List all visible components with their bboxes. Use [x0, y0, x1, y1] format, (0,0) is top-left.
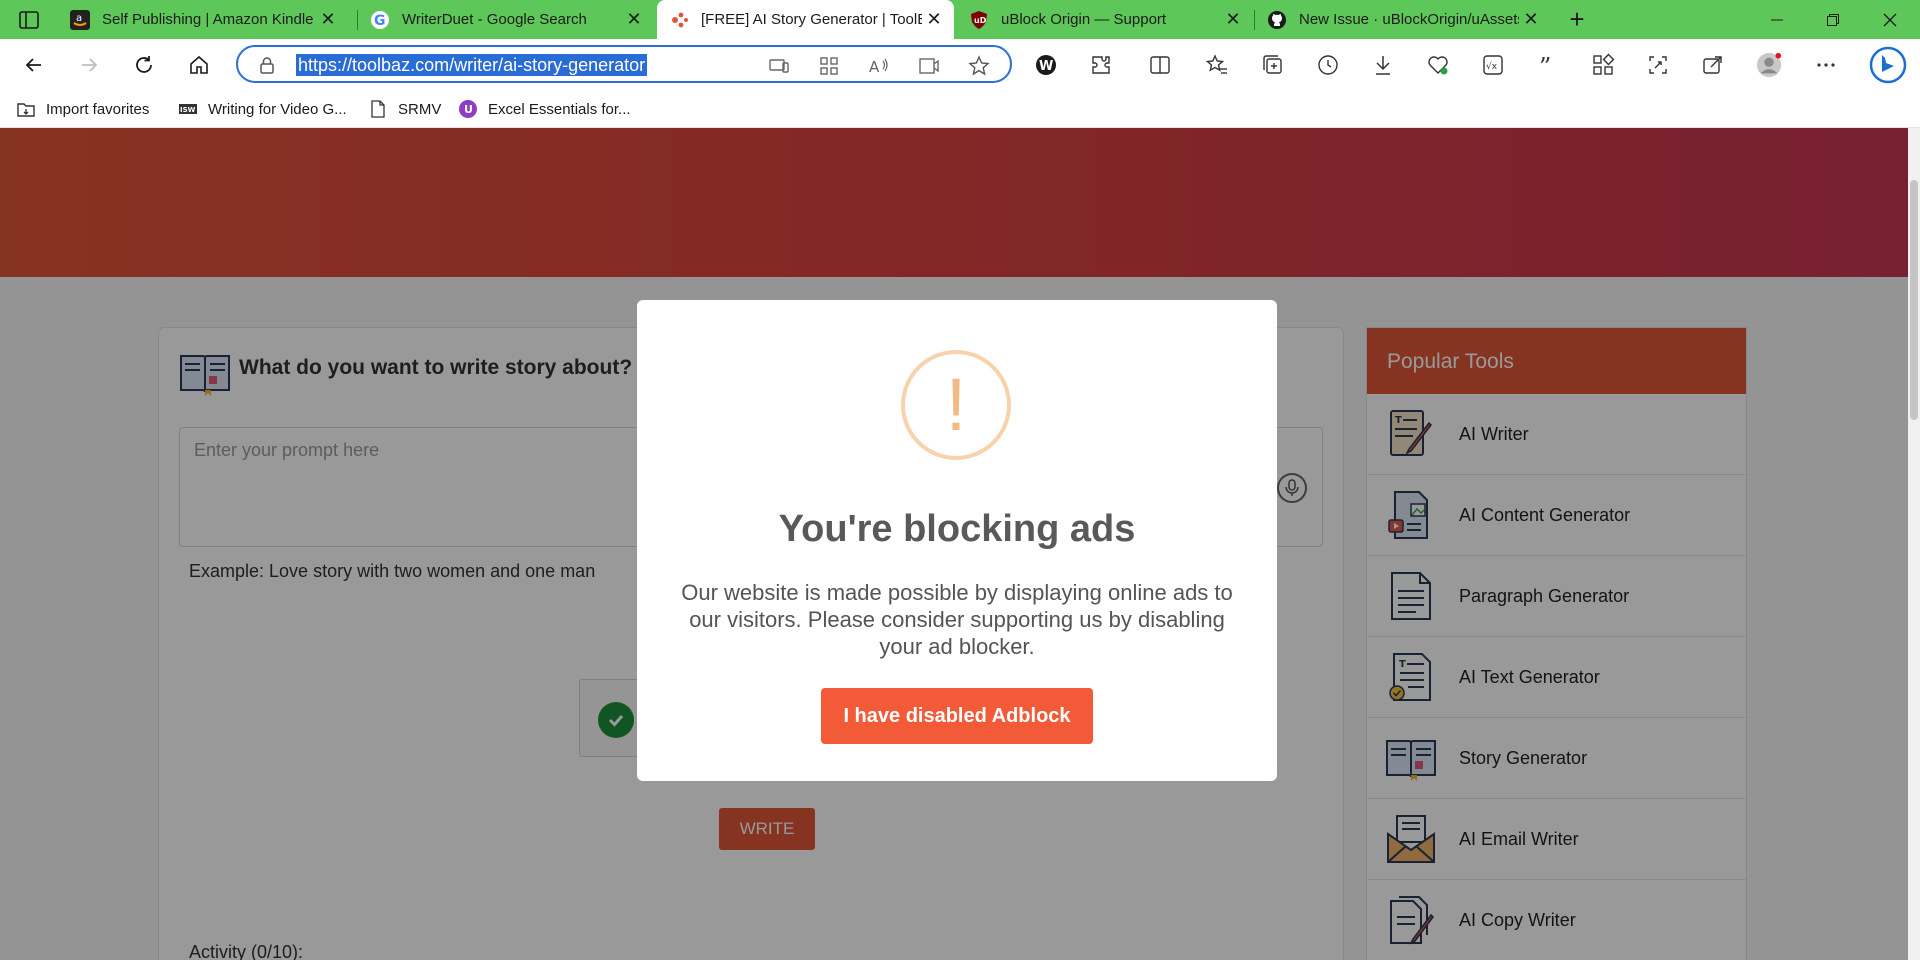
svg-text:√x: √x	[1486, 61, 1498, 72]
amazon-icon: a	[70, 9, 90, 30]
tab-title: Self Publishing | Amazon Kindle D	[102, 11, 316, 28]
favorite-star-icon[interactable]	[968, 55, 990, 77]
close-icon[interactable]: ✕	[622, 8, 646, 32]
svg-text:”: ”	[1539, 53, 1551, 77]
tab-amazon-kdp[interactable]: a Self Publishing | Amazon Kindle D ✕	[58, 0, 348, 39]
github-icon	[1267, 10, 1287, 30]
math-solver-icon[interactable]: √x	[1480, 52, 1506, 78]
bing-copilot-icon[interactable]	[1868, 45, 1908, 85]
favorites-icon[interactable]	[1204, 52, 1230, 78]
tab-title: WriterDuet - Google Search	[402, 11, 587, 28]
apps-icon[interactable]	[818, 55, 840, 77]
favorite-excel-essentials[interactable]: U Excel Essentials for...	[458, 96, 631, 122]
close-icon[interactable]: ✕	[922, 8, 946, 32]
favorites-bar: Import favorites ISW Writing for Video G…	[0, 90, 1920, 128]
minimize-button[interactable]	[1749, 0, 1805, 39]
svg-text:uD: uD	[974, 16, 987, 25]
tab-google-search[interactable]: G WriterDuet - Google Search ✕	[358, 0, 654, 39]
tab-ublock-support[interactable]: uD uBlock Origin — Support ✕	[957, 0, 1253, 39]
tab-title: New Issue · uBlockOrigin/uAssets	[1299, 11, 1519, 28]
web-capture-icon[interactable]	[1645, 52, 1671, 78]
site-favicon: ISW	[178, 99, 198, 119]
favorite-label: Import favorites	[46, 100, 150, 118]
url-text[interactable]: https://toolbaz.com/writer/ai-story-gene…	[296, 54, 648, 76]
tab-title: uBlock Origin — Support	[1001, 11, 1167, 28]
extension-w-icon[interactable]: W	[1033, 52, 1059, 78]
restore-button[interactable]	[1805, 0, 1861, 39]
extensions-icon[interactable]	[1088, 52, 1114, 78]
favorite-srmv[interactable]: SRMV	[368, 96, 441, 122]
profile-avatar[interactable]	[1756, 52, 1782, 78]
favorite-label: Excel Essentials for...	[488, 100, 631, 118]
close-icon[interactable]: ✕	[1221, 8, 1245, 32]
home-button[interactable]	[181, 47, 217, 83]
toolbaz-icon	[669, 10, 689, 30]
split-screen-icon[interactable]	[1147, 52, 1173, 78]
lock-icon[interactable]	[258, 56, 276, 74]
more-options-icon[interactable]	[1813, 52, 1839, 78]
apps-grid-icon[interactable]	[1590, 52, 1616, 78]
ublock-icon: uD	[969, 10, 989, 30]
read-aloud-icon[interactable]: A	[868, 55, 890, 77]
svg-text:A: A	[869, 58, 880, 76]
history-icon[interactable]	[1315, 52, 1341, 78]
page-scrollbar[interactable]	[1908, 128, 1920, 960]
browser-essentials-icon[interactable]	[1425, 52, 1451, 78]
address-bar[interactable]: https://toolbaz.com/writer/ai-story-gene…	[236, 45, 1012, 83]
back-button[interactable]	[16, 47, 52, 83]
refresh-button[interactable]	[126, 47, 162, 83]
adblock-modal: ! You're blocking ads Our website is mad…	[637, 300, 1277, 781]
close-window-button[interactable]	[1862, 0, 1918, 39]
favorite-writing-for-video[interactable]: ISW Writing for Video G...	[178, 96, 347, 122]
page-icon	[368, 99, 388, 119]
import-favorites-icon	[16, 99, 36, 119]
favorite-import[interactable]: Import favorites	[16, 96, 149, 122]
tab-ai-story-generator[interactable]: [FREE] AI Story Generator | ToolBaz ✕	[657, 0, 954, 39]
close-icon[interactable]: ✕	[1519, 8, 1543, 32]
tab-actions-icon[interactable]	[18, 9, 40, 31]
new-tab-button[interactable]: +	[1563, 6, 1591, 34]
svg-text:ISW: ISW	[180, 106, 196, 114]
svg-text:U: U	[464, 103, 473, 116]
favorite-label: SRMV	[398, 100, 442, 118]
tab-strip: a Self Publishing | Amazon Kindle D ✕ G …	[0, 0, 1920, 39]
svg-text:W: W	[1039, 59, 1053, 74]
share-icon[interactable]	[1700, 52, 1726, 78]
downloads-icon[interactable]	[1370, 52, 1396, 78]
modal-message: Our website is made possible by displayi…	[681, 580, 1233, 659]
scrollbar-thumb[interactable]	[1910, 180, 1918, 420]
device-icon[interactable]	[768, 55, 790, 77]
close-icon[interactable]: ✕	[316, 8, 340, 32]
modal-title: You're blocking ads	[778, 508, 1136, 550]
google-icon: G	[370, 10, 390, 30]
svg-text:a: a	[76, 13, 82, 24]
collections-icon[interactable]	[1260, 52, 1286, 78]
course-icon: U	[458, 99, 478, 119]
tab-title: [FREE] AI Story Generator | ToolBaz	[701, 11, 922, 28]
browser-toolbar: https://toolbaz.com/writer/ai-story-gene…	[0, 39, 1920, 90]
immersive-reader-icon[interactable]	[918, 55, 940, 77]
tab-github-new-issue[interactable]: New Issue · uBlockOrigin/uAssets ✕	[1255, 0, 1551, 39]
citations-icon[interactable]: ”	[1535, 52, 1561, 78]
disabled-adblock-button[interactable]: I have disabled Adblock	[821, 688, 1093, 744]
svg-text:G: G	[374, 13, 386, 29]
forward-button[interactable]	[71, 47, 107, 83]
page-viewport: What do you want to write story about? E…	[0, 128, 1908, 960]
exclamation-icon: !	[901, 350, 1011, 460]
favorite-label: Writing for Video G...	[208, 100, 347, 118]
